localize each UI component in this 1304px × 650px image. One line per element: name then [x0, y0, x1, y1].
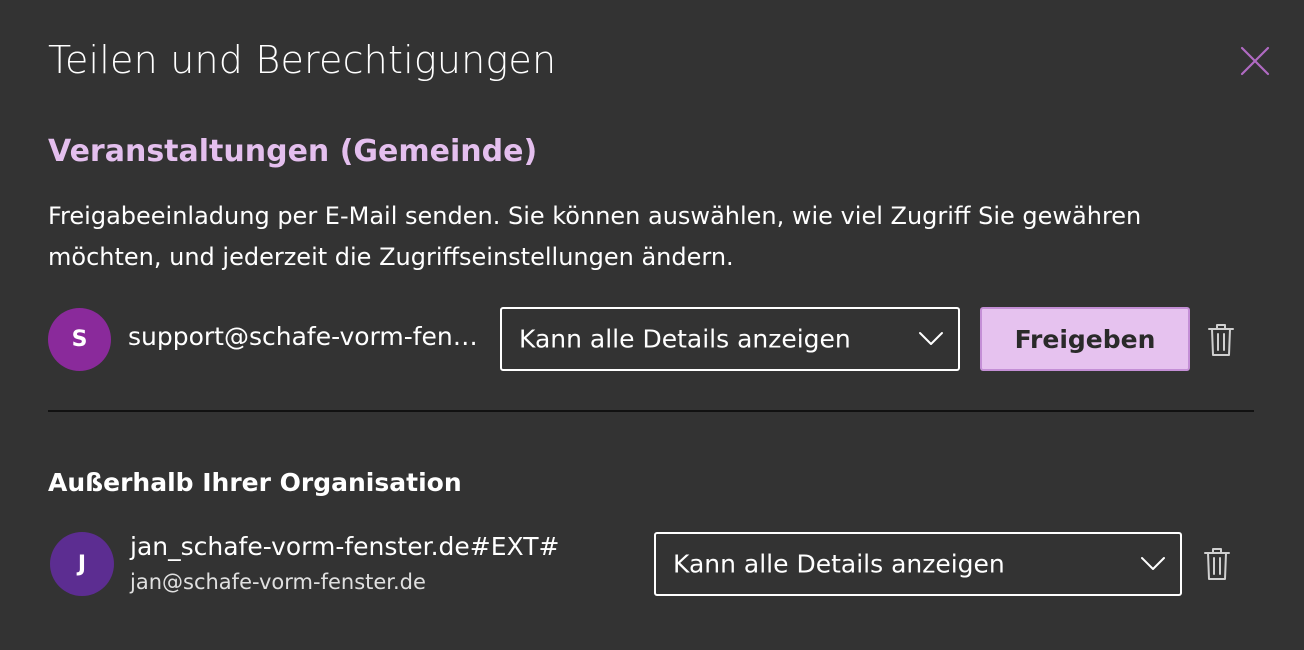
- member-permission-dropdown[interactable]: Kann alle Details anzeigen: [654, 532, 1182, 596]
- outside-org-heading: Außerhalb Ihrer Organisation: [48, 468, 462, 497]
- divider: [48, 410, 1254, 412]
- avatar: S: [48, 308, 111, 371]
- permission-value: Kann alle Details anzeigen: [519, 324, 851, 354]
- permission-dropdown[interactable]: Kann alle Details anzeigen: [500, 307, 960, 371]
- dialog-title: Teilen und Berechtigungen: [48, 38, 557, 82]
- member-name: jan_schafe-vorm-fenster.de#EXT#: [130, 532, 560, 561]
- member-email: jan@schafe-vorm-fenster.de: [130, 570, 426, 594]
- close-icon[interactable]: [1236, 42, 1274, 80]
- trash-icon[interactable]: [1203, 547, 1231, 581]
- sharing-description: Freigabeeinladung per E-Mail senden. Sie…: [48, 202, 1142, 271]
- recipient-email: support@schafe-vorm-fen…: [128, 322, 478, 351]
- chevron-down-icon: [1140, 556, 1166, 572]
- calendar-name: Veranstaltungen (Gemeinde): [48, 134, 538, 169]
- sharing-dialog: Teilen und Berechtigungen Veranstaltunge…: [0, 0, 1304, 650]
- avatar-initial: J: [77, 551, 87, 577]
- share-button[interactable]: Freigeben: [980, 307, 1190, 371]
- chevron-down-icon: [918, 331, 944, 347]
- avatar-initial: S: [71, 327, 88, 352]
- avatar: J: [50, 532, 114, 596]
- permission-value: Kann alle Details anzeigen: [673, 549, 1005, 579]
- trash-icon[interactable]: [1207, 323, 1235, 357]
